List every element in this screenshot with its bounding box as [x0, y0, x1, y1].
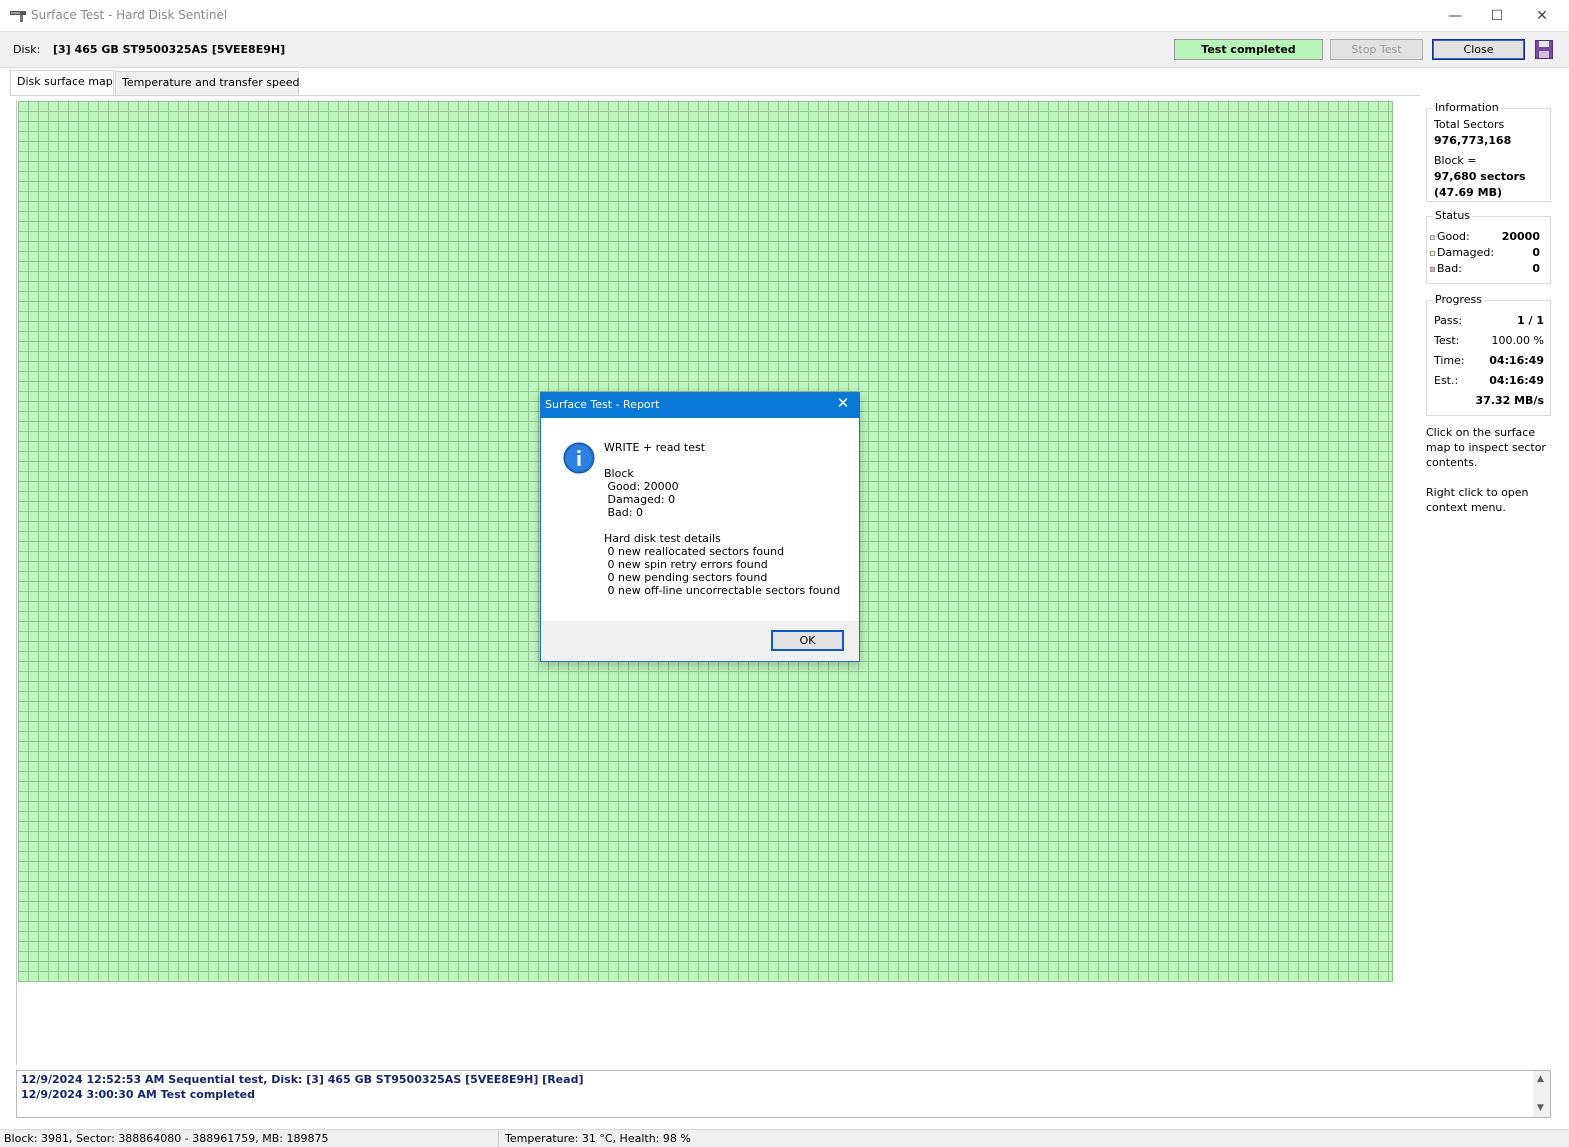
detail-line: 0 new pending sectors found: [604, 571, 768, 584]
detail-line: 0 new off-line uncorrectable sectors fou…: [604, 584, 841, 597]
minimize-button[interactable]: —: [1432, 0, 1478, 31]
total-sectors-value: 976,773,168: [1434, 134, 1512, 147]
block-summary-label: Block: [604, 467, 634, 480]
detail-line: 0 new spin retry errors found: [604, 558, 768, 571]
good-label: Good:: [1437, 230, 1470, 243]
damaged-label: Damaged:: [1437, 246, 1495, 259]
est-value: 04:16:49: [1489, 374, 1544, 387]
bad-row: Bad:: [1430, 262, 1462, 275]
event-log[interactable]: 12/9/2024 12:52:53 AM Sequential test, D…: [16, 1070, 1551, 1118]
status-legend: Status: [1433, 209, 1473, 222]
good-count: 20000: [1501, 230, 1540, 243]
dialog-title-bar: Surface Test - Report ✕: [541, 393, 859, 418]
details-label: Hard disk test details: [604, 532, 721, 545]
bad-color-swatch: [1430, 266, 1435, 272]
transfer-speed-value: 37.32 MB/s: [1475, 394, 1544, 407]
block-sector-info: Block: 3981, Sector: 388864080 - 3889617…: [4, 1132, 329, 1145]
window-title: Surface Test - Hard Disk Sentinel: [31, 8, 228, 22]
status-group: Status Good: 20000 Damaged: 0 Bad: 0: [1426, 209, 1551, 284]
inspect-hint: Click on the surface map to inspect sect…: [1426, 426, 1546, 469]
app-icon: [10, 11, 26, 22]
bad-count: 0: [1532, 262, 1540, 275]
report-dialog: Surface Test - Report ✕ WRITE + read tes…: [540, 392, 860, 662]
temperature-health-info: Temperature: 31 °C, Health: 98 %: [505, 1132, 691, 1145]
total-sectors-label: Total Sectors: [1434, 118, 1505, 131]
time-label: Time:: [1434, 354, 1465, 367]
close-button[interactable]: Close: [1432, 39, 1525, 60]
dialog-title: Surface Test - Report: [545, 398, 660, 411]
stop-test-button[interactable]: Stop Test: [1330, 39, 1423, 60]
damaged-count: 0: [1532, 246, 1540, 259]
progress-legend: Progress: [1433, 293, 1484, 306]
info-icon: [563, 442, 595, 474]
disk-value: [3] 465 GB ST9500325AS [5VEE8E9H]: [53, 43, 286, 56]
maximize-icon: ☐: [1490, 7, 1504, 24]
context-menu-hint: Right click to open context menu.: [1426, 486, 1529, 514]
save-icon[interactable]: [1535, 40, 1553, 59]
damaged-summary: Damaged: 0: [604, 493, 676, 506]
dialog-close-icon[interactable]: ✕: [833, 394, 853, 412]
test-type-heading: WRITE + read test: [604, 441, 706, 454]
disk-label: Disk:: [13, 43, 41, 56]
good-summary: Good: 20000: [604, 480, 679, 493]
pass-value: 1 / 1: [1517, 314, 1544, 327]
log-entry: 12/9/2024 3:00:30 AM Test completed: [21, 1088, 256, 1101]
information-legend: Information: [1433, 101, 1501, 114]
damaged-row: Damaged:: [1430, 246, 1494, 259]
test-status-indicator: Test completed: [1174, 39, 1323, 60]
title-bar: Surface Test - Hard Disk Sentinel — ☐ ✕: [0, 0, 1569, 32]
ok-button[interactable]: OK: [771, 630, 844, 651]
detail-line: 0 new reallocated sectors found: [604, 545, 785, 558]
maximize-button[interactable]: ☐: [1474, 0, 1520, 31]
test-percent-value: 100.00 %: [1491, 334, 1544, 347]
close-icon: ✕: [1536, 7, 1548, 24]
window-close-button[interactable]: ✕: [1519, 0, 1565, 31]
status-bar: Block: 3981, Sector: 388864080 - 3889617…: [0, 1129, 1569, 1147]
block-label: Block =: [1434, 154, 1477, 167]
status-divider: [498, 1131, 499, 1147]
dialog-footer: OK: [541, 621, 859, 661]
scroll-down-icon[interactable]: ▼: [1537, 1103, 1544, 1113]
log-scrollbar[interactable]: ▲ ▼: [1533, 1071, 1550, 1117]
test-label: Test:: [1434, 334, 1460, 347]
minimize-icon: —: [1448, 7, 1462, 24]
disk-toolbar: Disk: [3] 465 GB ST9500325AS [5VEE8E9H] …: [0, 32, 1569, 68]
tab-divider: [10, 95, 1420, 96]
est-label: Est.:: [1434, 374, 1459, 387]
time-value: 04:16:49: [1489, 354, 1544, 367]
block-mb-value: (47.69 MB): [1434, 186, 1503, 199]
progress-group: Progress Pass: 1 / 1 Test: 100.00 % Time…: [1426, 293, 1551, 416]
block-sectors-value: 97,680 sectors: [1434, 170, 1526, 183]
log-entry: 12/9/2024 12:52:53 AM Sequential test, D…: [21, 1073, 584, 1086]
tab-temperature-transfer-speed[interactable]: Temperature and transfer speed: [115, 71, 300, 95]
good-row: Good:: [1430, 230, 1470, 243]
pass-label: Pass:: [1434, 314, 1463, 327]
good-color-swatch: [1430, 234, 1435, 240]
damaged-color-swatch: [1430, 250, 1435, 256]
bad-label: Bad:: [1437, 262, 1462, 275]
scroll-up-icon[interactable]: ▲: [1537, 1074, 1544, 1084]
tab-disk-surface-map[interactable]: Disk surface map: [10, 70, 114, 96]
bad-summary: Bad: 0: [604, 506, 643, 519]
information-group: Information Total Sectors 976,773,168 Bl…: [1426, 101, 1551, 202]
